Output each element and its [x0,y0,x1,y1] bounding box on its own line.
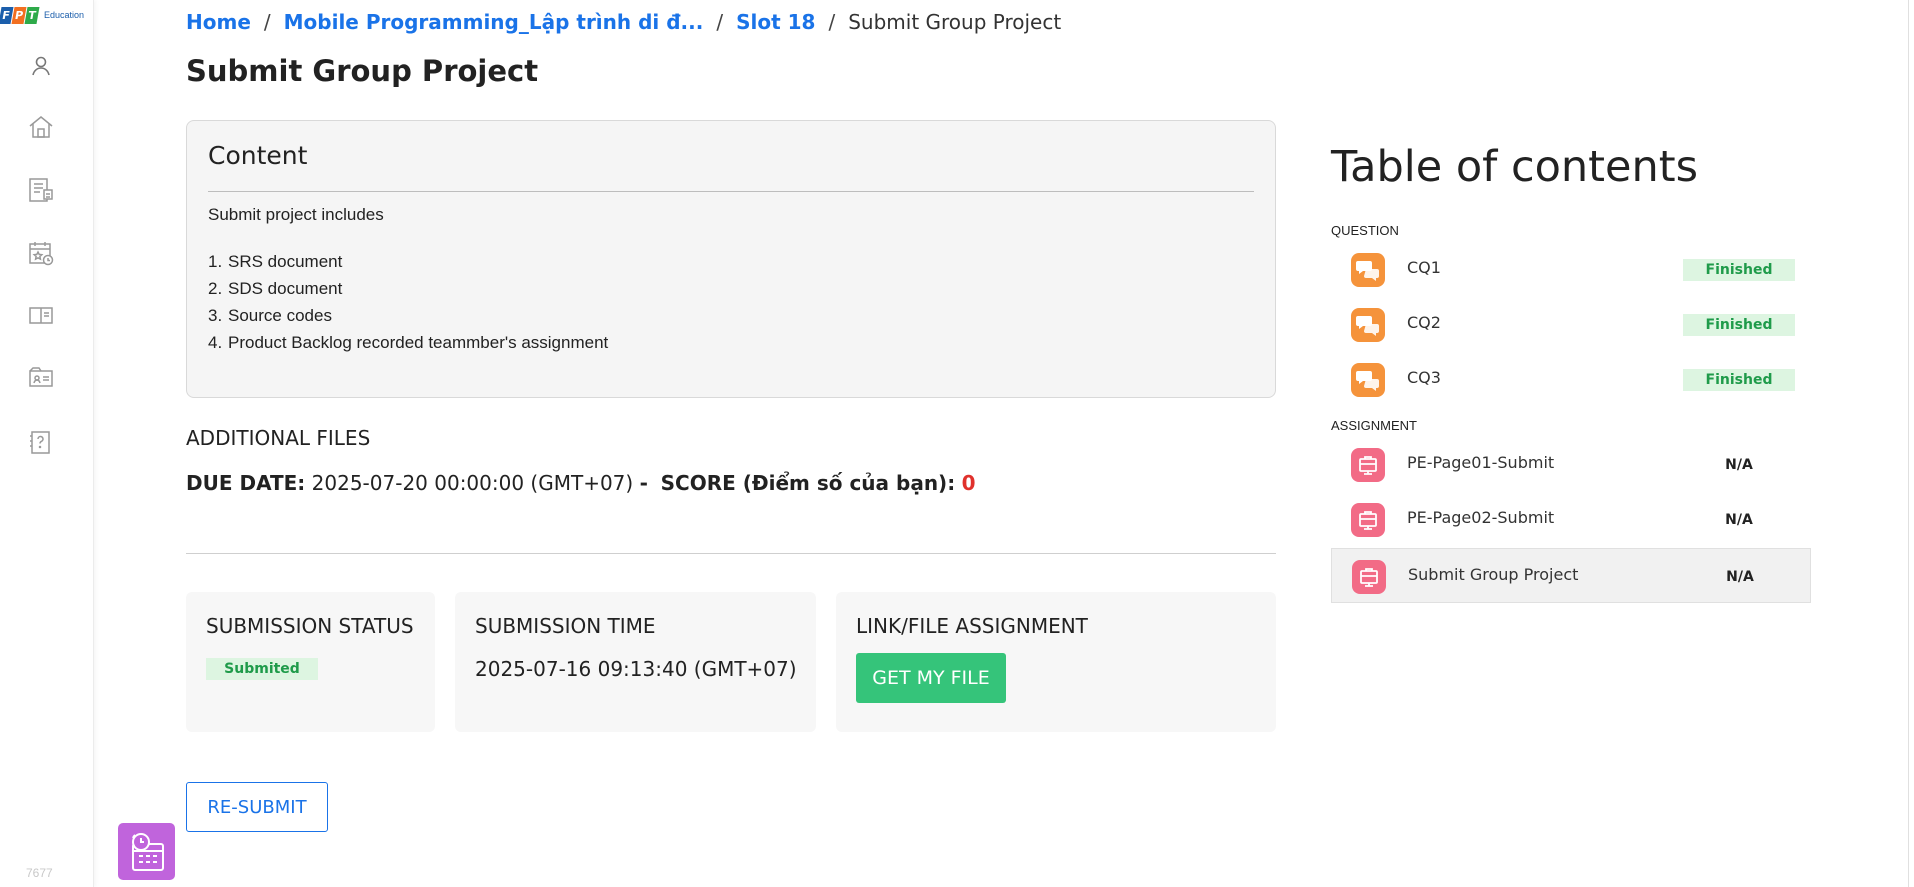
logo-letter-t: T [24,6,40,24]
due-date-value: 2025-07-20 00:00:00 (GMT+07) [311,471,634,495]
list-item: 4. Product Backlog recorded teammber's as… [208,333,609,352]
toc-question-section: QUESTION [1331,223,1399,238]
help-icon[interactable] [26,427,56,457]
toc-assignment-section: ASSIGNMENT [1331,418,1417,433]
list-item: 3. Source codes [208,306,332,325]
assignment-board-icon [1351,448,1385,482]
status-badge: N/A [1725,457,1753,473]
content-divider [208,191,1254,192]
breadcrumb-course-link[interactable]: Mobile Programming_Lập trình di đ... [284,10,704,34]
submission-time-box: SUBMISSION TIME 2025-07-16 09:13:40 (GMT… [455,592,816,732]
score-label: SCORE (Điểm số của bạn): [660,471,956,495]
question-chat-icon [1351,253,1385,287]
question-chat-icon [1351,308,1385,342]
content-intro: Submit project includes [208,205,384,224]
link-file-box: LINK/FILE ASSIGNMENT GET MY FILE [836,592,1276,732]
question-chat-icon [1351,363,1385,397]
list-item: 2. SDS document [208,279,343,298]
score-value: 0 [961,471,976,495]
list-item: 1. SRS document [208,252,343,271]
toc-item-pe-page01[interactable]: PE-Page01-Submit N/A [1331,437,1811,492]
page-title: Submit Group Project [186,54,539,88]
additional-files-heading: ADDITIONAL FILES [186,426,371,450]
toc-item-pe-page02[interactable]: PE-Page02-Submit N/A [1331,492,1811,547]
toc-item-label: PE-Page02-Submit [1407,508,1555,527]
resubmit-button[interactable]: RE-SUBMIT [186,782,328,832]
logo-education-text: Education [44,10,85,20]
book-icon[interactable] [26,301,56,331]
breadcrumb: Home / Mobile Programming_Lập trình di đ… [186,8,1061,36]
status-badge: Finished [1683,314,1795,336]
content-card: Content Submit project includes 1. SRS do… [186,120,1276,398]
breadcrumb-current: Submit Group Project [848,10,1062,34]
due-date-label: DUE DATE: [186,471,306,495]
due-date-dash: - [639,471,648,495]
submission-time-title: SUBMISSION TIME [475,614,656,638]
scrollbar[interactable] [1908,0,1914,887]
sidebar: F P T Education 7677 [0,0,94,887]
calendar-clock-icon [131,832,164,871]
status-badge: Finished [1683,369,1795,391]
fpt-education-logo[interactable]: F P T Education [0,4,84,26]
documents-icon[interactable] [26,175,56,205]
toc-item-label: Submit Group Project [1408,565,1579,584]
home-icon[interactable] [26,112,56,142]
assignment-board-icon [1351,503,1385,537]
content-list: 1. SRS document 2. SDS document 3. Source c… [208,252,608,360]
status-badge: Finished [1683,259,1795,281]
toc-item-cq2[interactable]: CQ2 Finished [1331,297,1811,352]
version-number: 7677 [26,866,53,880]
toc-item-label: CQ2 [1407,313,1441,332]
due-date-line: DUE DATE: 2025-07-20 00:00:00 (GMT+07) -… [186,471,975,495]
status-badge: Submited [206,658,318,680]
calendar-icon[interactable] [26,238,56,268]
user-icon[interactable] [26,51,56,81]
submission-status-box: SUBMISSION STATUS Submited [186,592,435,732]
content-title: Content [208,141,308,170]
section-divider [186,553,1276,554]
submission-status-title: SUBMISSION STATUS [206,614,414,638]
breadcrumb-separator: / [263,10,271,34]
breadcrumb-home-link[interactable]: Home [186,10,251,34]
toc-item-label: CQ3 [1407,368,1441,387]
schedule-float-button[interactable] [118,823,175,880]
submission-time-value: 2025-07-16 09:13:40 (GMT+07) [475,657,797,681]
toc-item-cq1[interactable]: CQ1 Finished [1331,242,1811,297]
breadcrumb-slot-link[interactable]: Slot 18 [736,10,815,34]
toc-title: Table of contents [1331,142,1699,192]
breadcrumb-separator: / [828,10,836,34]
breadcrumb-separator: / [716,10,724,34]
toc-item-submit-group-project[interactable]: Submit Group Project N/A [1331,548,1811,603]
status-badge: N/A [1725,512,1753,528]
folder-icon[interactable] [26,363,56,393]
assignment-board-icon [1352,560,1386,594]
link-file-title: LINK/FILE ASSIGNMENT [856,614,1088,638]
toc-item-label: PE-Page01-Submit [1407,453,1555,472]
toc-item-label: CQ1 [1407,258,1441,277]
get-my-file-button[interactable]: GET MY FILE [856,653,1006,703]
toc-item-cq3[interactable]: CQ3 Finished [1331,352,1811,407]
status-badge: N/A [1726,569,1754,585]
